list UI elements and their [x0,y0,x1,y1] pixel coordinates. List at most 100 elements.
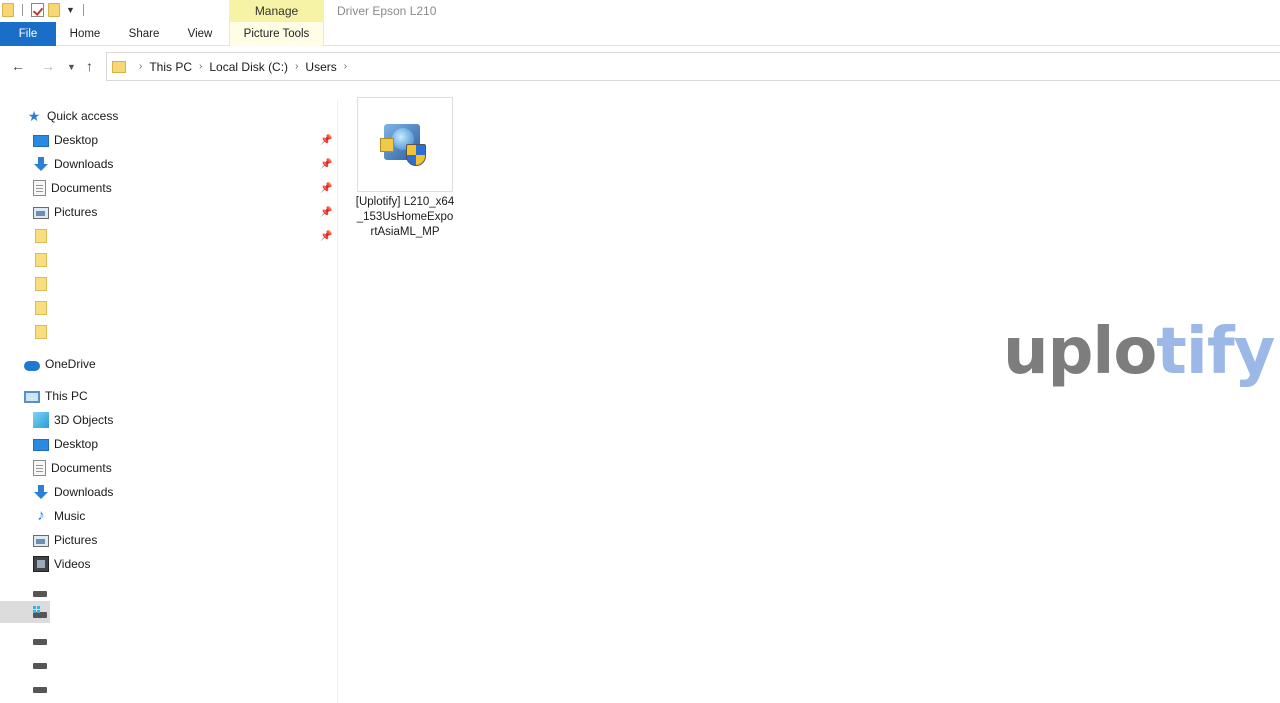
drive-icon [33,686,47,693]
sidebar-item-folder[interactable] [35,297,52,319]
videos-icon [33,556,49,572]
quick-access-toolbar: ▼ [2,3,88,17]
documents-icon [33,460,46,476]
sidebar-item-music[interactable]: ♪ Music [33,505,85,527]
manage-contextual-tab[interactable]: Manage [229,0,324,22]
window-title: Driver Epson L210 [337,4,437,18]
forward-arrow-icon[interactable]: → [41,58,55,74]
sidebar-item-3d-objects[interactable]: 3D Objects [33,409,113,431]
title-bar: ▼ Manage Driver Epson L210 [0,0,1280,22]
installer-zip-shape [380,138,394,152]
address-bar[interactable]: › This PC › Local Disk (C:) › Users › [106,52,1280,81]
sidebar-item-label: Documents [51,181,112,195]
uac-shield-icon [406,144,426,166]
sidebar-item-folder[interactable] [35,321,52,343]
file-name-label[interactable]: [Uplotify] L210_x64_153UsHomeExportAsiaM… [355,195,455,240]
back-arrow-icon[interactable]: ← [11,58,25,74]
sidebar-item-folder[interactable] [35,225,52,247]
sidebar-item-label: Desktop [54,133,99,147]
watermark-part2: tify [1156,315,1275,389]
sidebar-item-folder[interactable] [35,273,52,295]
this-pc-icon [24,390,40,403]
toolbar-divider [82,4,84,16]
drive-icon [33,662,47,669]
sidebar-item-drive[interactable] [33,652,52,674]
breadcrumb-local-disk[interactable]: Local Disk (C:) [209,60,288,74]
chevron-right-icon[interactable]: › [139,61,142,72]
breadcrumb-this-pc[interactable]: This PC [149,60,192,74]
sidebar-item-downloads[interactable]: Downloads [33,153,113,175]
chevron-right-icon[interactable]: › [199,61,202,72]
sidebar-item-this-pc[interactable]: This PC [24,385,88,407]
onedrive-cloud-icon [24,360,40,371]
downloads-icon [33,484,49,500]
downloads-icon [33,156,49,172]
star-icon: ★ [27,108,41,124]
chevron-right-icon[interactable]: › [344,61,347,72]
sidebar-item-documents[interactable]: Documents [33,177,112,199]
pictures-icon [33,535,49,547]
tab-view[interactable]: View [180,22,220,46]
watermark-part1: uplo [1003,315,1157,389]
ribbon-tabs: File Home Share View Picture Tools [0,22,1280,46]
recent-locations-chevron-icon[interactable]: ▼ [67,62,76,72]
sidebar-item-label: Documents [51,461,112,475]
new-folder-icon[interactable] [48,3,60,17]
sidebar-item-label: Pictures [54,533,98,547]
sidebar-item-drive[interactable] [33,628,52,650]
pin-icon[interactable]: 📌 [320,135,332,146]
folder-icon [35,301,47,315]
watermark-logo: uplotify [1003,312,1275,392]
folder-icon [35,229,47,243]
sidebar-item-drive[interactable] [33,580,52,602]
sidebar-item-pictures[interactable]: Pictures [33,529,97,551]
tab-picture-tools[interactable]: Picture Tools [229,22,324,46]
documents-icon [33,180,46,196]
up-arrow-icon[interactable]: ↑ [86,58,93,74]
sidebar-item-label: Videos [54,557,91,571]
sidebar-item-desktop[interactable]: Desktop [33,433,98,455]
pin-icon[interactable]: 📌 [320,159,332,170]
sidebar-item-label: Quick access [47,109,119,123]
sidebar-item-label: 3D Objects [54,413,114,427]
folder-icon [35,253,47,267]
drive-icon [33,638,47,645]
navigation-bar: ← → ▼ ↑ › This PC › Local Disk (C:) › Us… [0,46,1280,88]
music-icon: ♪ [37,507,45,524]
sidebar-item-onedrive[interactable]: OneDrive [24,353,96,375]
folder-icon [35,277,47,291]
sidebar-item-documents[interactable]: Documents [33,457,112,479]
folder-icon [35,325,47,339]
3d-objects-icon [33,412,49,428]
pin-icon[interactable]: 📌 [320,231,332,242]
pin-icon[interactable]: 📌 [320,207,332,218]
file-item[interactable]: [Uplotify] L210_x64_153UsHomeExportAsiaM… [355,97,455,240]
toolbar-divider [22,4,23,16]
tab-home[interactable]: Home [62,22,108,46]
sidebar-item-label: Music [54,509,86,523]
folder-icon[interactable] [2,3,14,17]
chevron-right-icon[interactable]: › [295,61,298,72]
file-thumbnail[interactable] [357,97,453,192]
sidebar-item-label: This PC [45,389,88,403]
drive-icon [33,590,47,597]
sidebar-item-folder[interactable] [35,249,52,271]
tab-share[interactable]: Share [122,22,166,46]
sidebar-item-quick-access[interactable]: ★ Quick access [26,105,119,127]
tab-file[interactable]: File [0,22,56,46]
navigation-pane: ★ Quick access Desktop 📌 Downloads 📌 Doc… [0,100,338,703]
pin-icon[interactable]: 📌 [320,183,332,194]
sidebar-item-label: OneDrive [45,357,96,371]
sidebar-item-videos[interactable]: Videos [33,553,90,575]
customize-toolbar-chevron-icon[interactable]: ▼ [66,5,75,15]
breadcrumb-users[interactable]: Users [305,60,336,74]
sidebar-item-label: Desktop [54,437,99,451]
sidebar-item-desktop[interactable]: Desktop [33,129,98,151]
sidebar-item-pictures[interactable]: Pictures [33,201,97,223]
sidebar-item-label: Downloads [54,485,114,499]
sidebar-item-downloads[interactable]: Downloads [33,481,113,503]
properties-icon[interactable] [31,3,44,17]
desktop-icon [33,135,49,147]
sidebar-item-drive[interactable] [33,676,52,698]
sidebar-item-system-drive[interactable] [33,601,52,623]
